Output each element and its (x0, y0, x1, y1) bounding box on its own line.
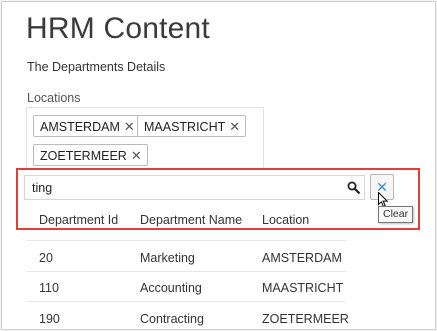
cell-department-id: 20 (39, 251, 53, 265)
cell-location: AMSTERDAM (262, 251, 342, 265)
column-header-location[interactable]: Location (262, 213, 309, 227)
chip-label: AMSTERDAM (40, 120, 120, 134)
column-header-department-id[interactable]: Department Id (39, 213, 118, 227)
table-header: Department Id Department Name Location (26, 209, 346, 231)
locations-multiselect[interactable]: AMSTERDAM ✕ MAASTRICHT ✕ ZOETERMEER ✕ (26, 107, 264, 168)
locations-label: Locations (27, 91, 81, 105)
cell-department-name: Accounting (140, 281, 202, 295)
search-icon[interactable] (347, 181, 360, 194)
search-input[interactable] (24, 175, 365, 200)
cell-department-id: 190 (39, 312, 60, 326)
chip-remove-icon[interactable]: ✕ (124, 116, 135, 138)
chip-remove-icon[interactable]: ✕ (229, 116, 240, 138)
cell-location: MAASTRICHT (262, 281, 344, 295)
app-frame: HRM Content The Departments Details Loca… (1, 1, 436, 330)
cell-department-name: Marketing (140, 251, 195, 265)
location-chip-zoetermeer: ZOETERMEER ✕ (33, 144, 148, 166)
cell-department-name: Contracting (140, 312, 204, 326)
table-row[interactable]: 190 Contracting ZOETERMEER (26, 302, 349, 329)
cell-department-id: 110 (39, 281, 59, 295)
chip-label: ZOETERMEER (40, 149, 127, 163)
location-chip-maastricht: MAASTRICHT ✕ (137, 115, 247, 138)
chip-remove-icon[interactable]: ✕ (131, 145, 142, 167)
cell-location: ZOETERMEER (262, 312, 349, 326)
table-row[interactable]: 110 Accounting MAASTRICHT (26, 271, 346, 302)
table-row[interactable]: 20 Marketing AMSTERDAM (26, 240, 346, 272)
page-title: HRM Content (26, 12, 210, 45)
page-subtitle: The Departments Details (27, 60, 166, 74)
location-chip-amsterdam: AMSTERDAM ✕ (33, 115, 141, 137)
column-header-department-name[interactable]: Department Name (140, 213, 242, 227)
chip-label: MAASTRICHT (144, 120, 226, 134)
clear-tooltip: Clear (378, 206, 414, 223)
